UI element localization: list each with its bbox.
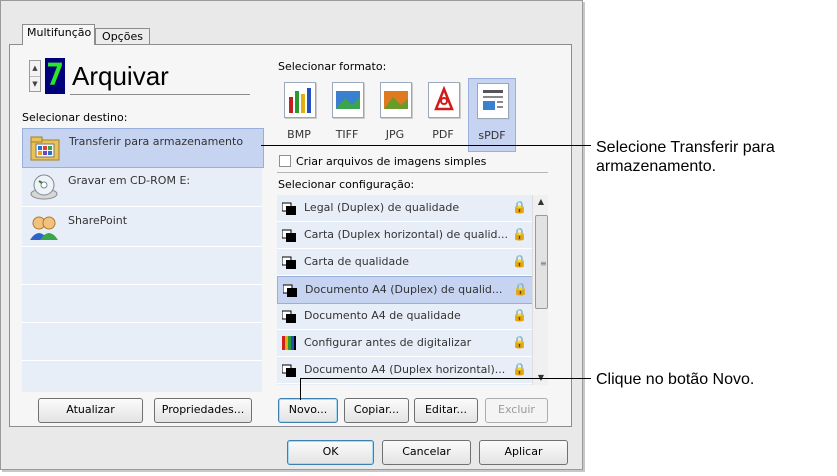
- new-button[interactable]: Novo...: [278, 398, 338, 423]
- format-heading: Selecionar formato:: [278, 60, 387, 73]
- sharepoint-icon: [30, 216, 58, 240]
- format-label: JPG: [385, 128, 405, 141]
- callout-click-new: Clique no botão Novo.: [596, 371, 755, 388]
- config-item[interactable]: Documento A4 (Duplex horizontal)... 🔒: [277, 357, 533, 384]
- destination-item-cdrom[interactable]: Gravar em CD-ROM E:: [22, 168, 262, 207]
- simple-image-checkbox[interactable]: [279, 155, 291, 167]
- divider: [277, 172, 548, 173]
- config-item[interactable]: Documento A4 (Duplex) de qualid... 🔒: [277, 276, 535, 304]
- scroll-up-icon[interactable]: ▲: [533, 195, 549, 209]
- spin-down-icon[interactable]: ▼: [30, 76, 40, 92]
- mode-spinner[interactable]: ▲ ▼: [29, 60, 41, 92]
- destination-list[interactable]: Transferir para armazenamento Gravar em …: [22, 128, 264, 392]
- bmp-icon: [284, 82, 316, 118]
- config-item-label: Carta de qualidade: [304, 255, 410, 268]
- destination-label: Gravar em CD-ROM E:: [68, 174, 191, 187]
- format-spdf[interactable]: sPDF: [468, 78, 516, 152]
- format-jpg[interactable]: JPG: [372, 78, 418, 150]
- pdf-icon: [428, 82, 460, 118]
- destination-item-sharepoint[interactable]: SharePoint: [22, 208, 262, 247]
- destination-empty-row: [22, 324, 262, 361]
- config-item-label: Documento A4 (Duplex horizontal)...: [304, 363, 506, 376]
- format-pdf[interactable]: PDF: [420, 78, 466, 150]
- lock-icon: 🔒: [512, 254, 527, 268]
- config-item-label: Documento A4 (Duplex) de qualid...: [305, 283, 503, 296]
- lock-icon: 🔒: [512, 200, 527, 214]
- copy-button[interactable]: Copiar...: [344, 398, 409, 423]
- folder-transfer-icon: [30, 136, 60, 161]
- ok-button[interactable]: OK: [287, 440, 374, 465]
- config-item-label: Carta (Duplex horizontal) de qualid...: [304, 228, 509, 241]
- scanner-icon: [281, 309, 296, 323]
- lock-icon: 🔒: [512, 308, 527, 322]
- config-item[interactable]: Carta de qualidade 🔒: [277, 249, 533, 276]
- config-item[interactable]: Carta (Duplex horizontal) de qualid... 🔒: [277, 222, 533, 249]
- update-button[interactable]: Atualizar: [38, 398, 143, 423]
- tab-multifuncao[interactable]: Multifunção: [22, 24, 95, 45]
- format-tiff[interactable]: TIFF: [324, 78, 370, 150]
- format-bmp[interactable]: BMP: [276, 78, 322, 150]
- cancel-button[interactable]: Cancelar: [382, 440, 471, 465]
- config-list[interactable]: Legal (Duplex) de qualidade 🔒 Carta (Duple…: [277, 195, 548, 385]
- lock-icon: 🔒: [512, 335, 527, 349]
- destination-empty-row: [22, 248, 262, 285]
- destination-label: Transferir para armazenamento: [69, 135, 244, 148]
- delete-button[interactable]: Excluir: [485, 398, 548, 423]
- mode-number-display: 7: [45, 58, 65, 94]
- mode-title: Arquivar: [72, 61, 169, 91]
- config-item-label: Legal (Duplex) de qualidade: [304, 201, 460, 214]
- color-bars-icon: [282, 336, 296, 350]
- config-item[interactable]: Legal (Duplex) de qualidade 🔒: [277, 195, 533, 222]
- format-label: PDF: [432, 128, 454, 141]
- config-item[interactable]: Documento A4 de qualidade 🔒: [277, 303, 533, 330]
- scanner-icon: [281, 255, 296, 269]
- title-divider: [70, 94, 250, 95]
- cd-drive-icon: [30, 174, 58, 200]
- callout-line-new-vertical: [300, 378, 301, 400]
- simple-image-checkbox-label: Criar arquivos de imagens simples: [296, 155, 487, 168]
- destination-item-transfer[interactable]: Transferir para armazenamento: [22, 128, 264, 168]
- properties-button[interactable]: Propriedades...: [154, 398, 252, 423]
- destination-heading: Selecionar destino:: [22, 111, 128, 124]
- lock-icon: 🔒: [513, 282, 528, 296]
- format-label: sPDF: [478, 129, 506, 142]
- scanner-icon: [281, 363, 296, 377]
- destination-label: SharePoint: [68, 214, 128, 227]
- config-scrollbar[interactable]: ▲ ≡ ▼: [532, 195, 548, 385]
- callout-line-new: [300, 378, 591, 379]
- callout-line-transfer: [261, 145, 583, 146]
- jpg-icon: [380, 82, 412, 118]
- spin-up-icon[interactable]: ▲: [30, 61, 40, 76]
- destination-empty-row: [22, 286, 262, 323]
- scanner-icon: [282, 283, 297, 297]
- config-item-label: Configurar antes de digitalizar: [304, 336, 472, 349]
- callout-line-transfer-ext: [583, 145, 591, 146]
- config-heading: Selecionar configuração:: [278, 178, 415, 191]
- format-label: BMP: [287, 128, 311, 141]
- scroll-thumb[interactable]: ≡: [535, 215, 548, 309]
- tiff-icon: [332, 82, 364, 118]
- config-item[interactable]: Configurar antes de digitalizar 🔒: [277, 330, 533, 357]
- scanner-icon: [281, 201, 296, 215]
- edit-button[interactable]: Editar...: [414, 398, 478, 423]
- config-item-label: Documento A4 de qualidade: [304, 309, 461, 322]
- spdf-icon: [477, 83, 509, 119]
- format-label: TIFF: [335, 128, 359, 141]
- callout-select-transfer: Selecione Transferir para armazenamento.: [596, 139, 775, 175]
- scanner-icon: [281, 228, 296, 242]
- lock-icon: 🔒: [512, 227, 527, 241]
- lock-icon: 🔒: [512, 362, 527, 376]
- apply-button[interactable]: Aplicar: [479, 440, 568, 465]
